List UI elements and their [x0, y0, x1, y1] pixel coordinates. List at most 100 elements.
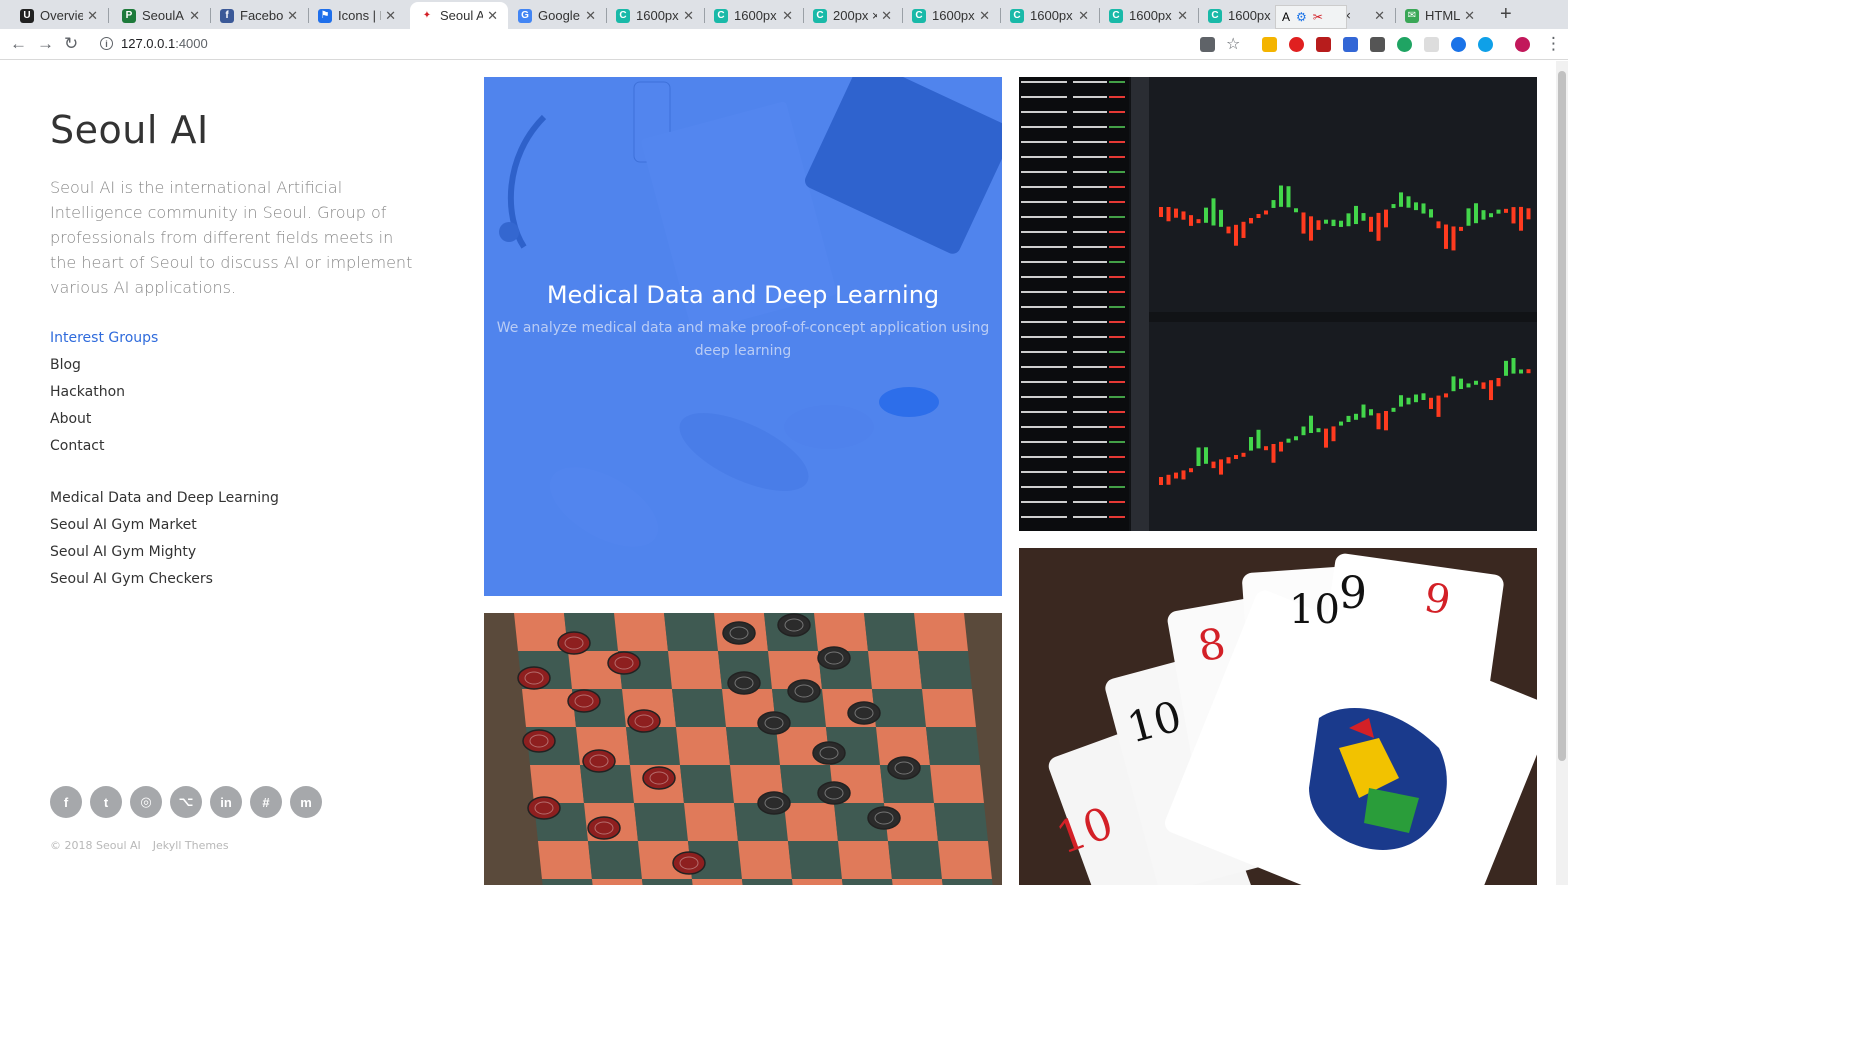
flag-icon: ⚑: [318, 8, 332, 23]
github-icon[interactable]: ⌥: [170, 786, 202, 818]
nav-item-hackathon[interactable]: Hackathon: [50, 381, 158, 408]
site-info-icon[interactable]: i: [100, 37, 113, 50]
linkedin-icon[interactable]: in: [210, 786, 242, 818]
tab-close-icon[interactable]: ✕: [881, 8, 892, 24]
extension-cyan-icon[interactable]: [1478, 37, 1493, 52]
address-bar[interactable]: i 127.0.0.1:4000: [100, 36, 208, 51]
theme-credit-link[interactable]: Jekyll Themes: [153, 839, 229, 852]
site-title[interactable]: Seoul AI: [50, 108, 209, 152]
meetup-icon[interactable]: m: [290, 786, 322, 818]
back-arrow-icon[interactable]: ←: [10, 34, 27, 54]
instagram-icon[interactable]: ◎: [130, 786, 162, 818]
tab-close-icon[interactable]: ✕: [1177, 8, 1188, 24]
card-market[interactable]: [1019, 77, 1537, 531]
facebook-icon[interactable]: f: [50, 786, 82, 818]
browser-tab[interactable]: C 1600px ✕: [902, 2, 1000, 29]
twitter-icon[interactable]: t: [90, 786, 122, 818]
tab-label: 1600px: [734, 8, 777, 23]
profile-avatar-icon[interactable]: [1515, 37, 1530, 52]
tab-label: Seoul AI: [440, 8, 484, 23]
font-icon[interactable]: A: [1282, 10, 1290, 24]
browser-tab[interactable]: P SeoulAI ✕: [112, 2, 210, 29]
card-checkers[interactable]: [484, 613, 1002, 885]
footer: © 2018 Seoul AI Jekyll Themes: [50, 839, 229, 852]
translate-icon[interactable]: [1200, 37, 1215, 52]
browser-tab[interactable]: C 200px × ✕: [803, 2, 902, 29]
nav-item-about[interactable]: About: [50, 408, 158, 435]
extension-globe-icon[interactable]: [1451, 37, 1466, 52]
grammarly-icon[interactable]: [1397, 37, 1412, 52]
tab-label: 1600px: [1228, 8, 1271, 23]
tab-separator: [108, 8, 109, 23]
browser-tab[interactable]: ⚑ Icons | F ✕: [308, 2, 406, 29]
bookmark-star-icon[interactable]: ☆: [1226, 34, 1240, 54]
tab-label: Google: [538, 8, 580, 23]
tab-close-icon[interactable]: ✕: [782, 8, 793, 24]
scrollbar-thumb[interactable]: [1558, 71, 1566, 761]
svg-text:9: 9: [1339, 568, 1367, 619]
browser-tab[interactable]: C 1600px ✕: [704, 2, 803, 29]
browser-tab[interactable]: ✉ HTML d ✕: [1395, 2, 1485, 29]
project-item-mighty[interactable]: Seoul AI Gym Mighty: [50, 541, 279, 568]
nav-item-interest-groups[interactable]: Interest Groups: [50, 327, 158, 354]
browser-tab[interactable]: C 1600px ✕: [1000, 2, 1099, 29]
project-item-checkers[interactable]: Seoul AI Gym Checkers: [50, 568, 279, 595]
tab-close-icon[interactable]: ✕: [585, 8, 596, 24]
extension-popup[interactable]: A ⚙ ✂: [1275, 5, 1347, 29]
nav-item-blog[interactable]: Blog: [50, 354, 158, 381]
tab-strip: UOvervie✕PSeoulAI✕fFaceboo✕⚑Icons | F✕✦S…: [0, 0, 1568, 29]
slack-icon[interactable]: #: [250, 786, 282, 818]
url-host: 127.0.0.1: [121, 36, 176, 51]
project-item-market[interactable]: Seoul AI Gym Market: [50, 514, 279, 541]
opera-extension-icon[interactable]: [1289, 37, 1304, 52]
browser-toolbar: ← → ↻ i 127.0.0.1:4000 ☆ ⋮: [0, 29, 1568, 60]
gmail-extension-icon[interactable]: [1316, 37, 1331, 52]
c-icon: C: [1208, 8, 1222, 23]
tab-close-icon[interactable]: ✕: [385, 8, 396, 24]
market-chart-image: [1019, 77, 1537, 531]
browser-tab[interactable]: C 1600px ✕: [1099, 2, 1198, 29]
tab-close-icon[interactable]: ✕: [1464, 8, 1475, 24]
tab-label: 200px ×: [833, 8, 878, 23]
tab-close-icon[interactable]: ✕: [287, 8, 298, 24]
tab-close-icon[interactable]: ✕: [189, 8, 200, 24]
c-icon: C: [1109, 8, 1123, 23]
tab-close-icon[interactable]: ✕: [487, 8, 498, 24]
site-description: Seoul AI is the international Artificial…: [50, 178, 413, 297]
extension-play-icon[interactable]: [1262, 37, 1277, 52]
browser-tab[interactable]: f Faceboo✕: [210, 2, 308, 29]
tab-close-icon[interactable]: ✕: [1078, 8, 1089, 24]
card-medical[interactable]: Medical Data and Deep Learning We analyz…: [484, 77, 1002, 596]
tab-label: Overvie: [40, 8, 84, 23]
forward-arrow-icon[interactable]: →: [37, 34, 54, 54]
tab-close-icon[interactable]: ✕: [979, 8, 990, 24]
tab-close-icon[interactable]: ✕: [87, 8, 98, 24]
extension-shield-icon[interactable]: [1370, 37, 1385, 52]
tab-label: Faceboo: [240, 8, 284, 23]
svg-text:10: 10: [1289, 587, 1340, 633]
tab-label: 1600px: [636, 8, 679, 23]
card-mighty[interactable]: 10 10 8 10 9 9: [1019, 548, 1537, 885]
reload-icon[interactable]: ↻: [64, 34, 78, 54]
page-scrollbar[interactable]: [1556, 61, 1568, 885]
nav-item-contact[interactable]: Contact: [50, 435, 158, 462]
browser-menu-icon[interactable]: ⋮: [1545, 34, 1562, 54]
extension-grid-icon[interactable]: [1424, 37, 1439, 52]
browser-tab[interactable]: G Google ✕: [508, 2, 606, 29]
c-icon: C: [616, 8, 630, 23]
tools-icon[interactable]: ✂: [1313, 10, 1323, 24]
project-list: Medical Data and Deep Learning Seoul AI …: [50, 487, 279, 595]
w3-icon: ✉: [1405, 8, 1419, 23]
project-item-medical[interactable]: Medical Data and Deep Learning: [50, 487, 279, 514]
gear-icon[interactable]: ⚙: [1296, 10, 1307, 24]
new-tab-icon[interactable]: +: [1500, 3, 1512, 26]
c-icon: C: [813, 8, 827, 23]
browser-tab[interactable]: U Overvie ✕: [10, 2, 108, 29]
tab-close-icon[interactable]: ✕: [683, 8, 694, 24]
browser-tab[interactable]: C 1600px ✕: [606, 2, 704, 29]
tab-close-icon[interactable]: ✕: [1374, 8, 1385, 24]
browser-tab[interactable]: ✦ Seoul AI✕: [410, 2, 508, 29]
c-icon: C: [912, 8, 926, 23]
extension-blue-icon[interactable]: [1343, 37, 1358, 52]
tab-label: 1600px: [1129, 8, 1172, 23]
